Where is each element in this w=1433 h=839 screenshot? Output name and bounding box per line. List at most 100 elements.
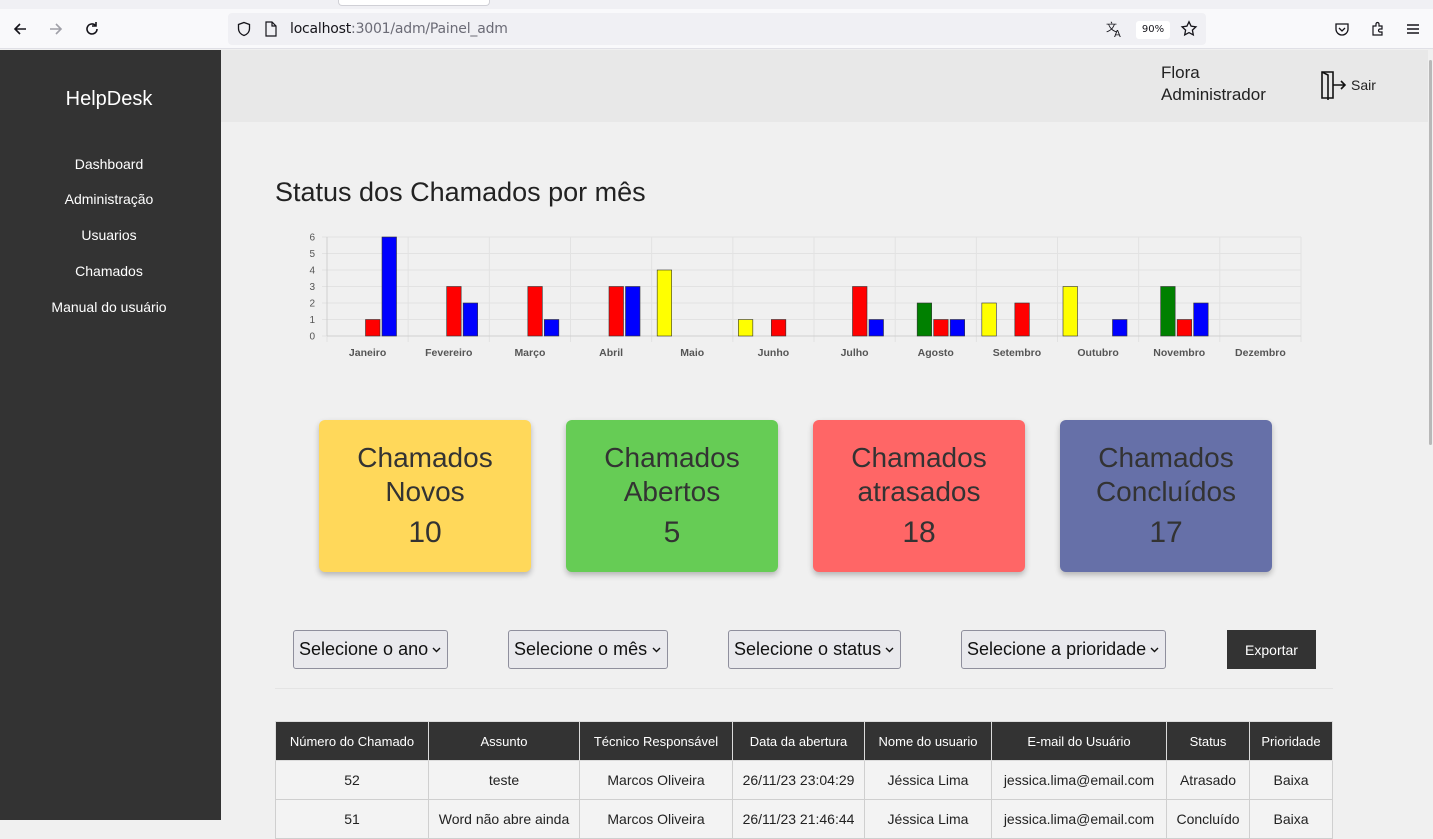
export-button[interactable]: Exportar	[1227, 630, 1316, 669]
ticket-technician: Marcos Oliveira	[579, 760, 733, 800]
x-tick-label: Julho	[841, 347, 869, 359]
status-select[interactable]: Selecione o status	[728, 630, 901, 669]
x-tick-label: Março	[514, 347, 545, 359]
card-label: Chamados Abertos	[604, 442, 740, 507]
table-row[interactable]: 51 Word não abre ainda Marcos Oliveira 2…	[275, 799, 1333, 839]
page-scrollbar[interactable]	[1428, 50, 1433, 820]
chart-bar	[949, 319, 965, 337]
chart-bar	[365, 319, 381, 337]
card-value: 18	[902, 516, 936, 549]
divider	[275, 688, 1333, 689]
ticket-number: 52	[275, 760, 429, 800]
priority-select[interactable]: Selecione a prioridade	[961, 630, 1166, 669]
column-header[interactable]: Número do Chamado	[275, 721, 429, 761]
chart-bar	[981, 302, 997, 337]
ticket-technician: Marcos Oliveira	[579, 799, 733, 839]
x-tick-label: Fevereiro	[425, 347, 472, 359]
tab-strip	[0, 0, 1433, 9]
ticket-status: Atrasado	[1166, 760, 1250, 800]
user-info: Flora Administrador	[1161, 62, 1266, 106]
y-tick-label: 3	[309, 282, 315, 293]
logout-button[interactable]: Sair	[1319, 70, 1376, 100]
bookmark-star-icon[interactable]	[1180, 20, 1198, 43]
year-select-value: Selecione o ano	[299, 639, 429, 659]
y-tick-label: 2	[309, 299, 315, 310]
chart-bar	[1112, 319, 1128, 337]
chart-bar	[1160, 286, 1176, 337]
sidebar-item-administracao[interactable]: Administração	[0, 191, 218, 207]
page-icon[interactable]	[264, 21, 278, 42]
url-bar[interactable]: localhost:3001/adm/Painel_adm 文A 90%	[228, 13, 1206, 45]
card-novos: Chamados Novos 10	[319, 420, 531, 572]
ticket-subject: teste	[428, 760, 580, 800]
x-tick-label: Outubro	[1077, 347, 1118, 359]
ticket-user-email: jessica.lima@email.com	[991, 760, 1167, 800]
column-header[interactable]: Nome do usuario	[864, 721, 992, 761]
chart-bar	[462, 302, 478, 337]
forward-icon[interactable]	[44, 17, 68, 41]
extensions-icon[interactable]	[1366, 17, 1390, 41]
column-header[interactable]: Data da abertura	[732, 721, 865, 761]
brand-title: HelpDesk	[65, 88, 153, 110]
column-header[interactable]: Prioridade	[1249, 721, 1333, 761]
month-select[interactable]: Selecione o mês	[508, 630, 668, 669]
chevron-down-icon	[432, 647, 441, 653]
ticket-priority: Baixa	[1249, 799, 1333, 839]
sidebar-item-chamados[interactable]: Chamados	[0, 263, 218, 279]
chevron-down-icon	[885, 647, 894, 653]
chevron-down-icon	[1150, 647, 1159, 653]
sidebar-item-dashboard[interactable]: Dashboard	[0, 156, 218, 172]
tickets-table: Número do Chamado Assunto Técnico Respon…	[275, 721, 1333, 839]
reload-icon[interactable]	[80, 17, 104, 41]
table-row[interactable]: 52 teste Marcos Oliveira 26/11/23 23:04:…	[275, 760, 1333, 800]
chart-bar	[738, 319, 754, 337]
year-select[interactable]: Selecione o ano	[293, 630, 448, 669]
chart-bar	[656, 269, 672, 337]
card-value: 5	[663, 516, 681, 549]
y-tick-label: 6	[309, 233, 315, 244]
chart-title: Status dos Chamados por mês	[275, 177, 646, 207]
chart-bar	[381, 236, 397, 337]
y-tick-label: 4	[309, 266, 315, 277]
x-tick-label: Abril	[599, 347, 623, 359]
chart-bar	[1014, 302, 1030, 337]
shield-icon[interactable]	[236, 21, 252, 42]
logout-label: Sair	[1351, 77, 1376, 93]
sidebar: HelpDesk Dashboard Administração Usuario…	[0, 50, 221, 820]
chart-bar	[1062, 286, 1078, 337]
chevron-down-icon	[652, 647, 661, 653]
ticket-priority: Baixa	[1249, 760, 1333, 800]
active-tab[interactable]	[338, 0, 490, 6]
card-atrasados: Chamados atrasados 18	[813, 420, 1025, 572]
ticket-user-name: Jéssica Lima	[864, 799, 992, 839]
sidebar-item-manual[interactable]: Manual do usuário	[0, 299, 218, 315]
chart-bar	[608, 286, 624, 337]
sidebar-item-usuarios[interactable]: Usuarios	[0, 227, 218, 243]
chart-bar	[625, 286, 641, 337]
scrollbar-thumb[interactable]	[1429, 60, 1432, 445]
column-header[interactable]: Assunto	[428, 721, 580, 761]
back-icon[interactable]	[8, 17, 32, 41]
chart-bar	[868, 319, 884, 337]
y-tick-label: 0	[309, 332, 315, 343]
translate-icon[interactable]: 文A	[1106, 20, 1124, 43]
chart-bar	[544, 319, 560, 337]
x-tick-label: Maio	[680, 347, 704, 359]
chart-bar	[933, 319, 949, 337]
user-role: Administrador	[1161, 85, 1266, 104]
x-tick-label: Janeiro	[349, 347, 386, 359]
zoom-level[interactable]: 90%	[1136, 21, 1170, 39]
x-tick-label: Agosto	[918, 347, 954, 359]
url-text[interactable]: localhost:3001/adm/Painel_adm	[290, 21, 508, 37]
table-header-row: Número do Chamado Assunto Técnico Respon…	[275, 721, 1333, 761]
browser-toolbar: localhost:3001/adm/Painel_adm 文A 90%	[0, 9, 1433, 49]
card-value: 17	[1149, 516, 1183, 549]
ticket-number: 51	[275, 799, 429, 839]
column-header[interactable]: Técnico Responsável	[579, 721, 733, 761]
pocket-icon[interactable]	[1330, 17, 1354, 41]
x-tick-label: Setembro	[993, 347, 1041, 359]
column-header[interactable]: Status	[1166, 721, 1250, 761]
menu-icon[interactable]	[1401, 17, 1425, 41]
column-header[interactable]: E-mail do Usuário	[991, 721, 1167, 761]
x-tick-label: Dezembro	[1235, 347, 1286, 359]
